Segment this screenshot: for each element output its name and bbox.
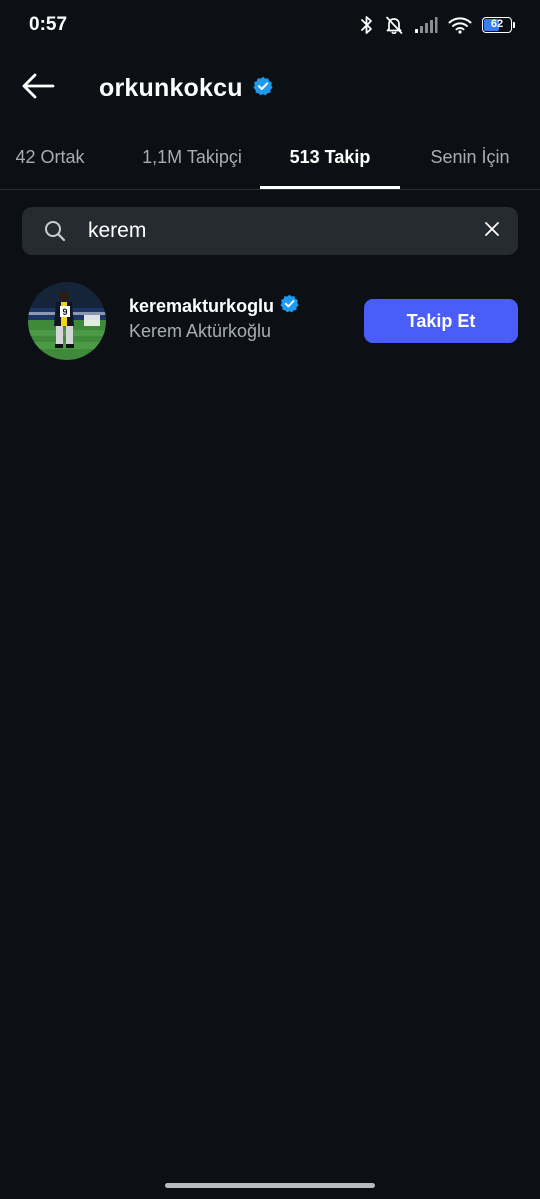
status-time: 0:57 bbox=[29, 14, 68, 35]
battery-level: 62 bbox=[490, 18, 504, 30]
arrow-left-icon bbox=[21, 73, 55, 104]
bluetooth-icon bbox=[360, 15, 374, 35]
username-line: keremakturkoglu bbox=[129, 293, 299, 319]
back-button[interactable] bbox=[16, 70, 60, 106]
clear-search-button[interactable] bbox=[480, 219, 504, 243]
user-result-row[interactable]: 9 keremakturkoglu Kerem Aktürkoğlu Takip… bbox=[0, 280, 540, 362]
follow-tabs: 42 Ortak 1,1M Takipçi 513 Takip Senin İç… bbox=[0, 124, 540, 190]
tab-followers[interactable]: 1,1M Takipçi bbox=[122, 124, 262, 190]
header-title-group: orkunkokcu bbox=[99, 70, 273, 106]
verified-badge-icon bbox=[280, 294, 299, 318]
status-bar: 0:57 62 bbox=[0, 0, 540, 52]
home-indicator[interactable] bbox=[165, 1183, 375, 1188]
tab-mutual[interactable]: 42 Ortak bbox=[0, 124, 100, 190]
active-tab-indicator bbox=[260, 186, 400, 189]
search-icon bbox=[44, 220, 66, 247]
tab-for-you[interactable]: Senin İçin bbox=[410, 124, 530, 190]
verified-badge-icon bbox=[253, 76, 273, 101]
username[interactable]: keremakturkoglu bbox=[129, 296, 274, 317]
page-title: orkunkokcu bbox=[99, 73, 243, 102]
close-icon bbox=[484, 221, 500, 242]
search-bar bbox=[22, 207, 518, 255]
follow-button[interactable]: Takip Et bbox=[364, 299, 518, 343]
avatar-jersey-number: 9 bbox=[62, 307, 67, 317]
wifi-icon bbox=[448, 16, 472, 34]
search-input[interactable] bbox=[88, 207, 468, 255]
signal-icon bbox=[414, 16, 438, 34]
tab-following[interactable]: 513 Takip bbox=[260, 124, 400, 190]
avatar[interactable]: 9 bbox=[28, 282, 106, 360]
status-icons: 62 bbox=[360, 13, 515, 37]
user-text: keremakturkoglu Kerem Aktürkoğlu bbox=[129, 293, 299, 342]
full-name: Kerem Aktürkoğlu bbox=[129, 321, 272, 341]
battery-icon: 62 bbox=[482, 17, 515, 33]
profile-header: orkunkokcu bbox=[0, 52, 540, 124]
notifications-off-icon bbox=[384, 15, 404, 35]
